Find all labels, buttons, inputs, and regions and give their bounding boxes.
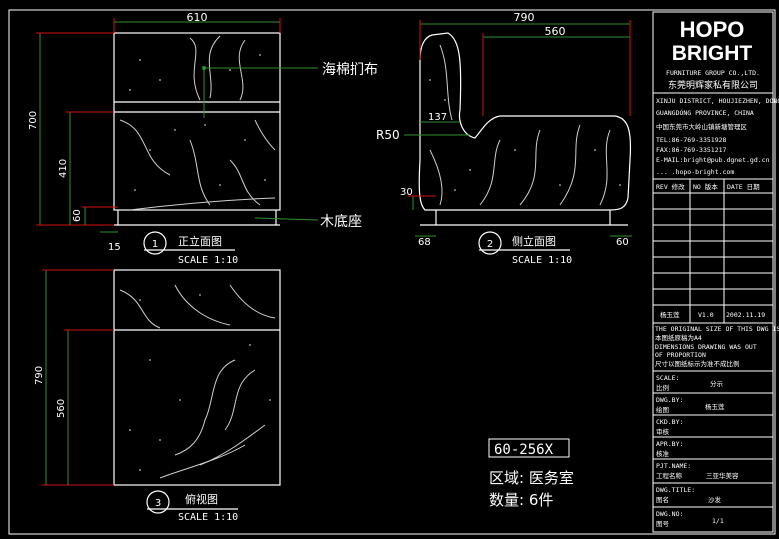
side-inner-dim: 560 — [545, 25, 566, 38]
front-view-number: 1 — [152, 239, 158, 250]
front-seat-dim: 410 — [58, 159, 69, 178]
ckd-by-label: CKD.BY: — [656, 418, 683, 426]
rev-row-author: 杨玉莲 — [660, 310, 680, 319]
dwg-no-label: DWG.NO: — [656, 510, 683, 518]
apr-by-label: APR.BY: — [656, 440, 683, 448]
rev-header-date: DATE 日期 — [727, 183, 760, 191]
product-qty: 数量: 6件 — [489, 491, 553, 509]
side-base-dim: 30 — [400, 187, 413, 198]
pjt-label: PJT.NAME: — [656, 462, 691, 470]
apr-by-label-cn: 核准 — [656, 449, 670, 458]
side-view-number: 2 — [487, 239, 493, 250]
side-view: 790 560 137 R50 30 68 60 2 侧立面图 SCALE 1:… — [376, 11, 632, 266]
top-seat-dim: 560 — [56, 399, 67, 418]
logo-bottom: BRIGHT — [672, 42, 753, 65]
front-width-dim: 610 — [187, 11, 208, 24]
front-base-dim: 60 — [72, 209, 83, 222]
rev-row-version: V1.0 — [698, 311, 714, 319]
ckd-by-label-cn: 审核 — [656, 427, 670, 436]
top-view-number: 3 — [155, 498, 161, 509]
fax: FAX:86-769-3351217 — [656, 146, 727, 154]
dwg-title-label: DWG.TITLE: — [656, 486, 695, 494]
front-view-scale: SCALE 1:10 — [178, 255, 238, 266]
front-offset-dim: 15 — [108, 242, 121, 253]
base-label: 木底座 — [320, 214, 362, 230]
side-radius-dim: R50 — [376, 128, 400, 142]
pjt-label-cn: 工程名称 — [656, 471, 683, 480]
web: ... .hopo-bright.com — [656, 168, 734, 176]
dwg-by-label-cn: 绘图 — [656, 405, 669, 414]
product-area: 区域: 医务室 — [489, 469, 574, 487]
top-view-title: 俯视图 — [185, 492, 218, 506]
product-code: 60-256X — [494, 442, 554, 458]
dwg-by-label: DWG.BY: — [656, 396, 683, 404]
side-left-dim: 68 — [418, 237, 431, 248]
address-1: XINJU DISTRICT, HOUJIEZHEN, DONGGUAN — [656, 97, 779, 105]
note-4: OF PROPORTION — [655, 351, 706, 359]
front-view: 610 700 410 60 15 海棉扪布 木底座 1 正立面图 SCALE … — [28, 11, 378, 266]
dwg-no-label-cn: 图号 — [656, 520, 670, 528]
note-1: THE ORIGINAL SIZE OF THIS DWG IS A4 — [655, 325, 779, 333]
side-view-title: 侧立面图 — [512, 234, 556, 248]
dwg-title-label-cn: 图名 — [656, 495, 669, 504]
side-arm-dim: 137 — [428, 112, 447, 123]
top-view-scale: SCALE 1:10 — [178, 512, 238, 523]
top-depth-dim: 790 — [34, 366, 45, 385]
note-3: DIMENSIONS DRAWING WAS OUT — [655, 343, 757, 351]
front-view-outline — [113, 32, 281, 211]
front-view-title: 正立面图 — [178, 234, 222, 248]
top-view: 790 560 3 俯视图 SCALE 1:10 — [34, 269, 281, 523]
top-view-outline — [113, 269, 281, 486]
product-note: 60-256X 区域: 医务室 数量: 6件 — [488, 438, 574, 509]
rev-header-no: NO 版本 — [693, 182, 718, 191]
email: E-MAIL:bright@pub.dgnet.gd.cn — [656, 156, 770, 164]
side-width-dim: 790 — [514, 11, 535, 24]
rev-header-rev: REV 修改 — [656, 182, 685, 191]
side-right-dim: 60 — [616, 237, 629, 248]
note-5: 尺寸以图纸标示为准不成比例 — [655, 359, 740, 368]
dwg-title-value: 沙发 — [708, 495, 722, 504]
side-view-scale: SCALE 1:10 — [512, 255, 572, 266]
address-2: GUANGDONG PROVINCE, CHINA — [656, 109, 754, 117]
title-block: HOPO BRIGHT FURNITURE GROUP CO.,LTD. 东莞明… — [652, 11, 779, 533]
note-2: 本图纸原稿为A4 — [655, 333, 702, 342]
dwg-by-value: 杨玉莲 — [705, 402, 725, 411]
drawing-canvas: 610 700 410 60 15 海棉扪布 木底座 1 正立面图 SCALE … — [8, 9, 779, 535]
address-cn: 中国东莞市大岭山镇新塘管理区 — [656, 122, 748, 131]
logo-top: HOPO — [680, 17, 745, 42]
group-en: FURNITURE GROUP CO.,LTD. — [666, 69, 760, 77]
front-height-dim: 700 — [28, 111, 39, 130]
pjt-value: 三亚华美容 — [706, 471, 739, 480]
scale-label: SCALE: — [656, 374, 679, 382]
tel: TEL:86-769-3351928 — [656, 136, 727, 144]
dwg-no-value: 1/1 — [712, 517, 724, 525]
foam-label: 海棉扪布 — [322, 61, 378, 78]
company-cn: 东莞明辉家私有限公司 — [668, 79, 758, 91]
scale-label-cn: 比例 — [656, 383, 669, 392]
rev-row-date: 2002.11.19 — [726, 311, 765, 319]
scale-value: 分示 — [710, 379, 724, 388]
